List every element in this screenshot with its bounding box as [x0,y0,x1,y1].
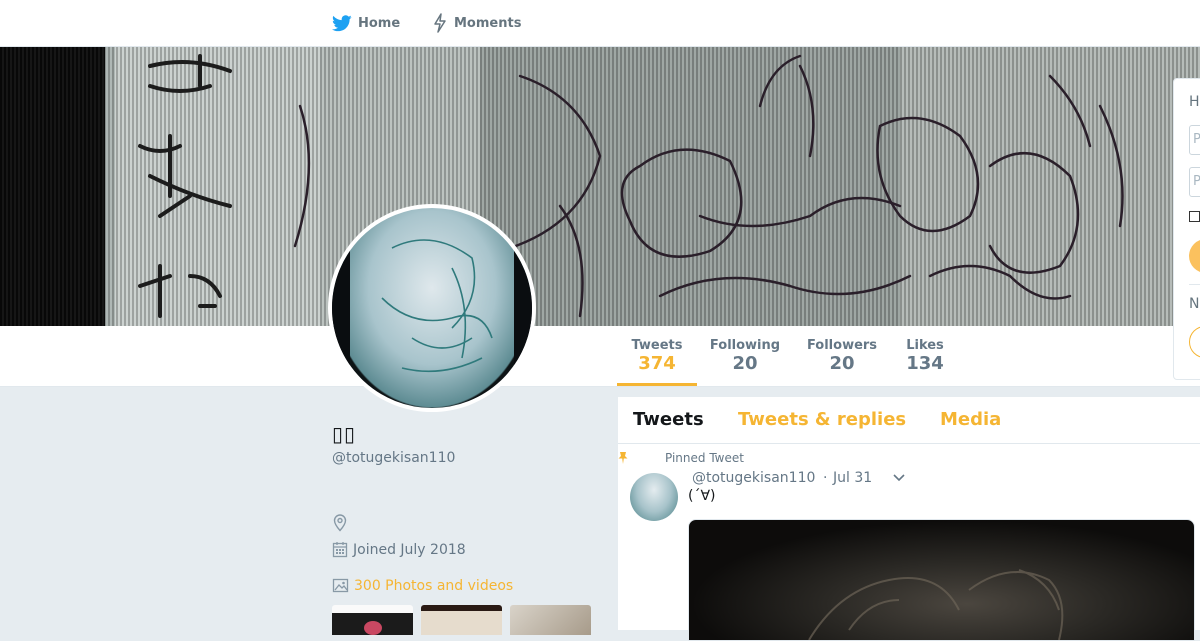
tweet-text: (´∀) [688,488,716,504]
stat-followers[interactable]: Followers 20 [805,326,879,384]
display-name: ▯▯ [332,422,357,446]
media-thumbnail[interactable] [421,605,502,635]
profile-avatar[interactable] [328,204,536,412]
tweet-separator: · [823,470,828,486]
media-thumbnail[interactable] [510,605,591,635]
lightning-icon [432,13,448,33]
calendar-icon [332,541,348,558]
pin-icon [617,451,629,465]
timeline-tabs: Tweets Tweets & replies Media [618,397,1200,444]
nav-moments[interactable]: Moments [432,0,521,46]
thumbnail-detail [364,621,382,635]
tab-tweets[interactable]: Tweets [633,409,704,430]
stat-following-value: 20 [732,353,758,374]
profile-banner [0,46,1200,326]
card-divider [1189,284,1200,285]
stat-likes[interactable]: Likes 134 [898,326,952,384]
password-placeholder: P [1193,174,1200,189]
profile-stats-bar: Tweets 374 Following 20 Followers 20 Lik… [0,326,1200,387]
stat-followers-label: Followers [806,338,878,353]
nav-home[interactable]: Home [332,0,400,46]
tab-tweets-and-replies[interactable]: Tweets & replies [738,409,906,430]
joined-row: Joined July 2018 [332,541,466,558]
stat-likes-label: Likes [906,338,944,353]
remember-checkbox[interactable] [1189,211,1200,222]
username-placeholder: P [1193,132,1200,147]
signup-heading: N [1189,296,1200,312]
login-heading: H [1189,94,1200,110]
location-row [332,514,353,532]
login-card: H P P N [1173,78,1200,380]
stat-tweets-label: Tweets [631,338,683,353]
nav-home-label: Home [358,15,401,31]
nav-moments-label: Moments [454,15,522,31]
stat-tweets[interactable]: Tweets 374 [617,326,697,386]
screen-name[interactable]: @totugekisan110 [332,450,455,466]
top-navigation: Home Moments [0,0,1200,47]
location-pin-icon [332,514,348,532]
stat-followers-value: 20 [829,353,855,374]
tweet-handle[interactable]: @totugekisan110 [692,470,815,486]
tweet-media[interactable] [688,519,1195,641]
photos-videos-label: 300 Photos and videos [354,577,514,594]
password-field[interactable]: P [1189,167,1200,197]
joined-date: Joined July 2018 [353,541,466,558]
username-field[interactable]: P [1189,125,1200,155]
tab-media[interactable]: Media [940,409,1001,430]
chevron-down-icon[interactable] [892,473,906,483]
photo-icon [332,577,349,594]
tweet-avatar[interactable] [630,473,678,521]
media-thumbnail[interactable] [332,605,413,635]
stat-following[interactable]: Following 20 [707,326,783,384]
photos-videos-link[interactable]: 300 Photos and videos [332,577,513,594]
login-button[interactable] [1189,239,1200,273]
stat-following-label: Following [709,338,781,353]
pinned-tweet-text: Pinned Tweet [665,451,744,465]
signup-button[interactable] [1189,326,1200,358]
stat-likes-value: 134 [906,353,944,374]
stat-tweets-value: 374 [638,353,676,374]
pinned-tweet-label: Pinned Tweet [618,451,744,465]
tweet-date[interactable]: Jul 31 [833,470,872,486]
timeline: Tweets Tweets & replies Media Pinned Twe… [618,397,1200,641]
twitter-bird-icon [332,14,352,32]
